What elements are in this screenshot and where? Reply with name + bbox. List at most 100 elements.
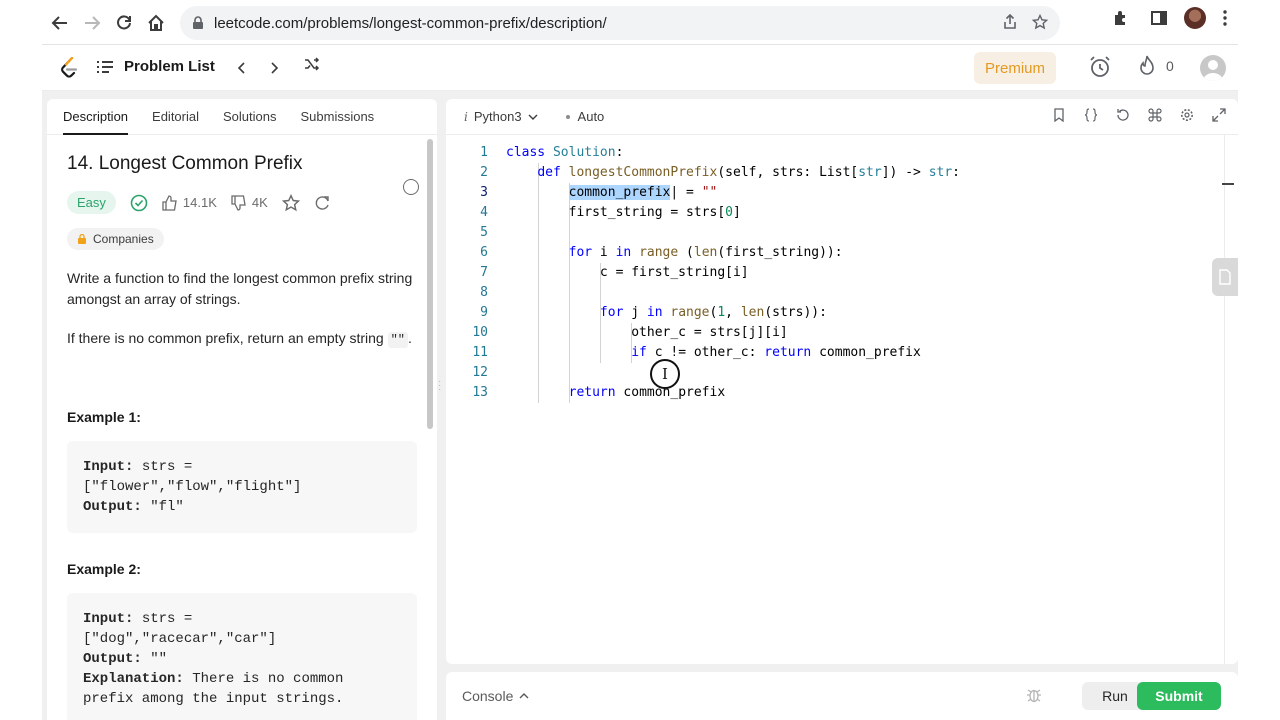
browser-toolbar: leetcode.com/problems/longest-common-pre… [42, 0, 1238, 45]
overview-ruler-mark [1222, 183, 1234, 185]
example-2-explanation-label: Explanation: [83, 671, 184, 687]
reset-icon[interactable] [1116, 108, 1130, 122]
submit-button[interactable]: Submit [1137, 682, 1221, 710]
example-1-output-label: Output: [83, 499, 142, 515]
line-number: 8 [480, 285, 488, 300]
editor-toolbar: i Python3 Auto [446, 99, 1238, 135]
editor-scrollbar[interactable] [1224, 135, 1238, 664]
bookmark-icon[interactable] [1052, 108, 1066, 122]
example-2-output-label: Output: [83, 651, 142, 667]
profile-avatar[interactable] [1184, 7, 1206, 29]
line-number: 3 [480, 185, 488, 200]
line-number: 7 [480, 265, 488, 280]
leetcode-logo-icon[interactable] [60, 56, 80, 84]
example-2-box: Input: strs = ["dog","racecar","car"] Ou… [67, 593, 417, 720]
code-editor-panel: i Python3 Auto 1 class Solution: 2 def l… [446, 99, 1238, 664]
braces-format-icon[interactable] [1084, 108, 1098, 122]
status-dot [565, 114, 570, 119]
user-avatar[interactable] [1200, 55, 1226, 81]
extensions-icon[interactable] [1112, 9, 1130, 27]
alarm-clock-icon[interactable] [1088, 55, 1112, 84]
favorite-star-icon[interactable] [281, 193, 300, 212]
difficulty-badge: Easy [67, 191, 116, 214]
description-tabs: Description Editorial Solutions Submissi… [47, 99, 437, 135]
address-bar[interactable]: leetcode.com/problems/longest-common-pre… [180, 6, 1060, 40]
code-area[interactable]: 1 class Solution: 2 def longestCommonPref… [446, 143, 1224, 403]
tab-editorial[interactable]: Editorial [152, 99, 199, 135]
language-selector[interactable]: i Python3 [464, 109, 538, 124]
companies-tag[interactable]: Companies [67, 228, 164, 250]
debug-bug-icon[interactable] [1026, 686, 1042, 709]
example-1-input-b: ["flower","flow","flight"] [83, 479, 302, 495]
auto-mode-toggle[interactable]: Auto [565, 109, 605, 124]
url-text: leetcode.com/problems/longest-common-pre… [214, 14, 607, 32]
list-icon [97, 60, 113, 73]
next-problem-button[interactable] [262, 56, 286, 80]
screen-frame-right [1238, 0, 1280, 720]
line-number: 4 [480, 205, 488, 220]
line-number: 11 [472, 345, 488, 360]
description-paragraph-2: If there is no common prefix, return an … [67, 328, 417, 351]
lock-icon [78, 233, 86, 244]
example-1-input-label: Input: [83, 459, 134, 475]
paragraph-2-text: If there is no common prefix, return an … [67, 330, 384, 346]
example-2-output: "" [150, 651, 168, 667]
example-2-explanation-b: prefix among the input strings. [83, 691, 344, 707]
paragraph-2-suffix: . [408, 330, 412, 346]
like-count: 14.1K [182, 195, 217, 210]
example-2-title: Example 2: [67, 561, 141, 577]
line-number: 5 [480, 225, 488, 240]
problem-list-link[interactable]: Problem List [96, 58, 215, 75]
premium-button[interactable]: Premium [974, 52, 1056, 84]
tab-submissions[interactable]: Submissions [300, 99, 374, 135]
code-line: 13 return common_prefix [446, 383, 1224, 403]
command-icon[interactable] [1148, 108, 1162, 122]
tab-solutions[interactable]: Solutions [223, 99, 276, 135]
panel-resize-handle[interactable]: · · · [438, 377, 441, 395]
leetcode-header: Problem List Premium 0 [42, 45, 1238, 91]
line-number: 6 [480, 245, 488, 260]
line-number: 13 [472, 385, 488, 400]
mouse-text-cursor-icon: I [650, 359, 680, 389]
language-label: Python3 [473, 109, 522, 124]
example-2-input-a: strs = [141, 611, 193, 627]
console-toggle[interactable]: Console [462, 688, 529, 704]
auto-mode-label: Auto [577, 109, 605, 124]
more-options-icon[interactable] [403, 179, 419, 195]
code-line: 1 class Solution: [446, 143, 1224, 163]
expand-icon[interactable] [1212, 108, 1226, 122]
problem-list-label: Problem List [124, 58, 215, 75]
side-panel-icon[interactable] [1150, 9, 1168, 27]
share-link-icon[interactable] [314, 195, 330, 211]
browser-menu-icon[interactable] [1222, 9, 1228, 27]
dislike-button[interactable]: 4K [231, 194, 268, 211]
chevron-right-icon [271, 62, 279, 74]
settings-gear-icon[interactable] [1180, 108, 1194, 122]
tab-description[interactable]: Description [63, 99, 129, 135]
code-line: 3 common_prefix| = "" [446, 183, 1224, 203]
chevron-up-icon [519, 693, 529, 699]
share-icon[interactable] [1002, 14, 1018, 30]
code-line: 8 [446, 283, 1224, 303]
forward-icon[interactable] [76, 7, 108, 39]
streak-counter[interactable]: 0 [1138, 55, 1174, 77]
code-line: 4 first_string = strs[0] [446, 203, 1224, 223]
description-scrollbar[interactable] [427, 139, 433, 429]
example-2-input-b: ["dog","racecar","car"] [83, 631, 277, 647]
line-number: 1 [480, 145, 488, 160]
previous-problem-button[interactable] [230, 56, 254, 80]
document-icon [1219, 269, 1231, 285]
like-button[interactable]: 14.1K [162, 194, 217, 211]
streak-count: 0 [1166, 58, 1174, 74]
star-bookmark-icon[interactable] [1032, 14, 1048, 30]
shuffle-icon[interactable] [304, 57, 320, 76]
back-icon[interactable] [44, 7, 76, 39]
code-line: 11 if c != other_c: return common_prefix [446, 343, 1224, 363]
side-notes-tab[interactable] [1212, 258, 1238, 296]
reload-icon[interactable] [108, 7, 140, 39]
code-line: 6 for i in range (len(first_string)): [446, 243, 1224, 263]
console-label: Console [462, 688, 514, 704]
thumbs-up-icon [162, 194, 177, 211]
home-icon[interactable] [140, 7, 172, 39]
console-bar: Console Run Submit [446, 672, 1238, 720]
